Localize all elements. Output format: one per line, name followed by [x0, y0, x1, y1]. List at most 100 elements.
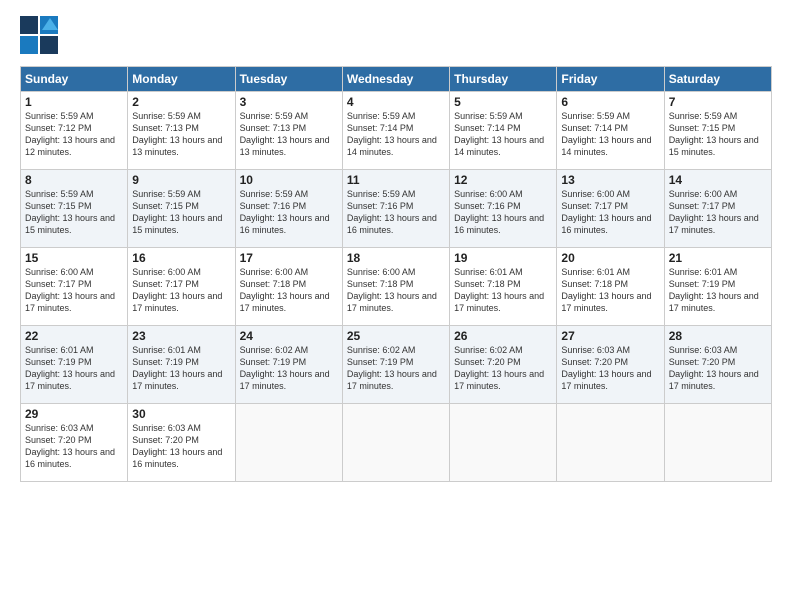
cell-info: Sunrise: 6:02 AMSunset: 7:19 PMDaylight:… [347, 344, 445, 393]
logo [20, 16, 62, 56]
day-number: 14 [669, 173, 767, 187]
calendar-week-row: 8 Sunrise: 5:59 AMSunset: 7:15 PMDayligh… [21, 170, 772, 248]
calendar-weekday-wednesday: Wednesday [342, 67, 449, 92]
calendar-cell: 11 Sunrise: 5:59 AMSunset: 7:16 PMDaylig… [342, 170, 449, 248]
day-number: 6 [561, 95, 659, 109]
calendar-cell [557, 404, 664, 482]
calendar-cell: 24 Sunrise: 6:02 AMSunset: 7:19 PMDaylig… [235, 326, 342, 404]
day-number: 24 [240, 329, 338, 343]
cell-info: Sunrise: 5:59 AMSunset: 7:14 PMDaylight:… [454, 110, 552, 159]
day-number: 18 [347, 251, 445, 265]
day-number: 22 [25, 329, 123, 343]
day-number: 28 [669, 329, 767, 343]
calendar-cell [342, 404, 449, 482]
calendar-cell: 20 Sunrise: 6:01 AMSunset: 7:18 PMDaylig… [557, 248, 664, 326]
calendar-weekday-saturday: Saturday [664, 67, 771, 92]
calendar-cell: 28 Sunrise: 6:03 AMSunset: 7:20 PMDaylig… [664, 326, 771, 404]
calendar-header-row: SundayMondayTuesdayWednesdayThursdayFrid… [21, 67, 772, 92]
cell-info: Sunrise: 5:59 AMSunset: 7:13 PMDaylight:… [240, 110, 338, 159]
header [20, 16, 772, 56]
calendar-cell: 19 Sunrise: 6:01 AMSunset: 7:18 PMDaylig… [450, 248, 557, 326]
calendar-cell: 7 Sunrise: 5:59 AMSunset: 7:15 PMDayligh… [664, 92, 771, 170]
cell-info: Sunrise: 6:01 AMSunset: 7:19 PMDaylight:… [132, 344, 230, 393]
calendar-cell [664, 404, 771, 482]
day-number: 10 [240, 173, 338, 187]
calendar-cell: 26 Sunrise: 6:02 AMSunset: 7:20 PMDaylig… [450, 326, 557, 404]
cell-info: Sunrise: 6:03 AMSunset: 7:20 PMDaylight:… [132, 422, 230, 471]
cell-info: Sunrise: 6:01 AMSunset: 7:18 PMDaylight:… [454, 266, 552, 315]
cell-info: Sunrise: 5:59 AMSunset: 7:16 PMDaylight:… [347, 188, 445, 237]
calendar-cell: 6 Sunrise: 5:59 AMSunset: 7:14 PMDayligh… [557, 92, 664, 170]
cell-info: Sunrise: 6:03 AMSunset: 7:20 PMDaylight:… [669, 344, 767, 393]
cell-info: Sunrise: 6:00 AMSunset: 7:18 PMDaylight:… [347, 266, 445, 315]
calendar-cell: 1 Sunrise: 5:59 AMSunset: 7:12 PMDayligh… [21, 92, 128, 170]
calendar-weekday-tuesday: Tuesday [235, 67, 342, 92]
day-number: 16 [132, 251, 230, 265]
cell-info: Sunrise: 6:00 AMSunset: 7:17 PMDaylight:… [669, 188, 767, 237]
day-number: 3 [240, 95, 338, 109]
day-number: 8 [25, 173, 123, 187]
calendar-cell: 30 Sunrise: 6:03 AMSunset: 7:20 PMDaylig… [128, 404, 235, 482]
calendar-cell: 23 Sunrise: 6:01 AMSunset: 7:19 PMDaylig… [128, 326, 235, 404]
day-number: 2 [132, 95, 230, 109]
cell-info: Sunrise: 5:59 AMSunset: 7:12 PMDaylight:… [25, 110, 123, 159]
calendar-cell: 29 Sunrise: 6:03 AMSunset: 7:20 PMDaylig… [21, 404, 128, 482]
calendar-cell: 13 Sunrise: 6:00 AMSunset: 7:17 PMDaylig… [557, 170, 664, 248]
cell-info: Sunrise: 5:59 AMSunset: 7:15 PMDaylight:… [132, 188, 230, 237]
day-number: 19 [454, 251, 552, 265]
day-number: 4 [347, 95, 445, 109]
day-number: 21 [669, 251, 767, 265]
calendar-weekday-friday: Friday [557, 67, 664, 92]
cell-info: Sunrise: 6:00 AMSunset: 7:17 PMDaylight:… [25, 266, 123, 315]
calendar-cell: 22 Sunrise: 6:01 AMSunset: 7:19 PMDaylig… [21, 326, 128, 404]
calendar-week-row: 15 Sunrise: 6:00 AMSunset: 7:17 PMDaylig… [21, 248, 772, 326]
calendar-cell: 10 Sunrise: 5:59 AMSunset: 7:16 PMDaylig… [235, 170, 342, 248]
cell-info: Sunrise: 5:59 AMSunset: 7:15 PMDaylight:… [25, 188, 123, 237]
day-number: 15 [25, 251, 123, 265]
calendar-table: SundayMondayTuesdayWednesdayThursdayFrid… [20, 66, 772, 482]
calendar-cell: 27 Sunrise: 6:03 AMSunset: 7:20 PMDaylig… [557, 326, 664, 404]
day-number: 23 [132, 329, 230, 343]
calendar-cell: 4 Sunrise: 5:59 AMSunset: 7:14 PMDayligh… [342, 92, 449, 170]
calendar-cell: 21 Sunrise: 6:01 AMSunset: 7:19 PMDaylig… [664, 248, 771, 326]
calendar-cell: 17 Sunrise: 6:00 AMSunset: 7:18 PMDaylig… [235, 248, 342, 326]
cell-info: Sunrise: 6:01 AMSunset: 7:18 PMDaylight:… [561, 266, 659, 315]
calendar-cell: 2 Sunrise: 5:59 AMSunset: 7:13 PMDayligh… [128, 92, 235, 170]
calendar-week-row: 22 Sunrise: 6:01 AMSunset: 7:19 PMDaylig… [21, 326, 772, 404]
calendar-cell: 9 Sunrise: 5:59 AMSunset: 7:15 PMDayligh… [128, 170, 235, 248]
day-number: 5 [454, 95, 552, 109]
day-number: 7 [669, 95, 767, 109]
day-number: 12 [454, 173, 552, 187]
calendar-cell: 25 Sunrise: 6:02 AMSunset: 7:19 PMDaylig… [342, 326, 449, 404]
day-number: 1 [25, 95, 123, 109]
cell-info: Sunrise: 6:00 AMSunset: 7:17 PMDaylight:… [561, 188, 659, 237]
day-number: 9 [132, 173, 230, 187]
cell-info: Sunrise: 6:03 AMSunset: 7:20 PMDaylight:… [561, 344, 659, 393]
calendar-cell: 14 Sunrise: 6:00 AMSunset: 7:17 PMDaylig… [664, 170, 771, 248]
calendar-weekday-thursday: Thursday [450, 67, 557, 92]
cell-info: Sunrise: 5:59 AMSunset: 7:14 PMDaylight:… [561, 110, 659, 159]
day-number: 30 [132, 407, 230, 421]
cell-info: Sunrise: 6:02 AMSunset: 7:20 PMDaylight:… [454, 344, 552, 393]
calendar-week-row: 29 Sunrise: 6:03 AMSunset: 7:20 PMDaylig… [21, 404, 772, 482]
day-number: 11 [347, 173, 445, 187]
calendar-cell [235, 404, 342, 482]
calendar-week-row: 1 Sunrise: 5:59 AMSunset: 7:12 PMDayligh… [21, 92, 772, 170]
cell-info: Sunrise: 6:01 AMSunset: 7:19 PMDaylight:… [25, 344, 123, 393]
day-number: 20 [561, 251, 659, 265]
cell-info: Sunrise: 5:59 AMSunset: 7:16 PMDaylight:… [240, 188, 338, 237]
calendar-cell [450, 404, 557, 482]
calendar-weekday-monday: Monday [128, 67, 235, 92]
day-number: 25 [347, 329, 445, 343]
day-number: 27 [561, 329, 659, 343]
cell-info: Sunrise: 6:00 AMSunset: 7:18 PMDaylight:… [240, 266, 338, 315]
cell-info: Sunrise: 6:00 AMSunset: 7:17 PMDaylight:… [132, 266, 230, 315]
cell-info: Sunrise: 5:59 AMSunset: 7:14 PMDaylight:… [347, 110, 445, 159]
cell-info: Sunrise: 6:02 AMSunset: 7:19 PMDaylight:… [240, 344, 338, 393]
cell-info: Sunrise: 6:01 AMSunset: 7:19 PMDaylight:… [669, 266, 767, 315]
cell-info: Sunrise: 5:59 AMSunset: 7:15 PMDaylight:… [669, 110, 767, 159]
day-number: 26 [454, 329, 552, 343]
calendar-cell: 18 Sunrise: 6:00 AMSunset: 7:18 PMDaylig… [342, 248, 449, 326]
calendar-weekday-sunday: Sunday [21, 67, 128, 92]
cell-info: Sunrise: 6:03 AMSunset: 7:20 PMDaylight:… [25, 422, 123, 471]
